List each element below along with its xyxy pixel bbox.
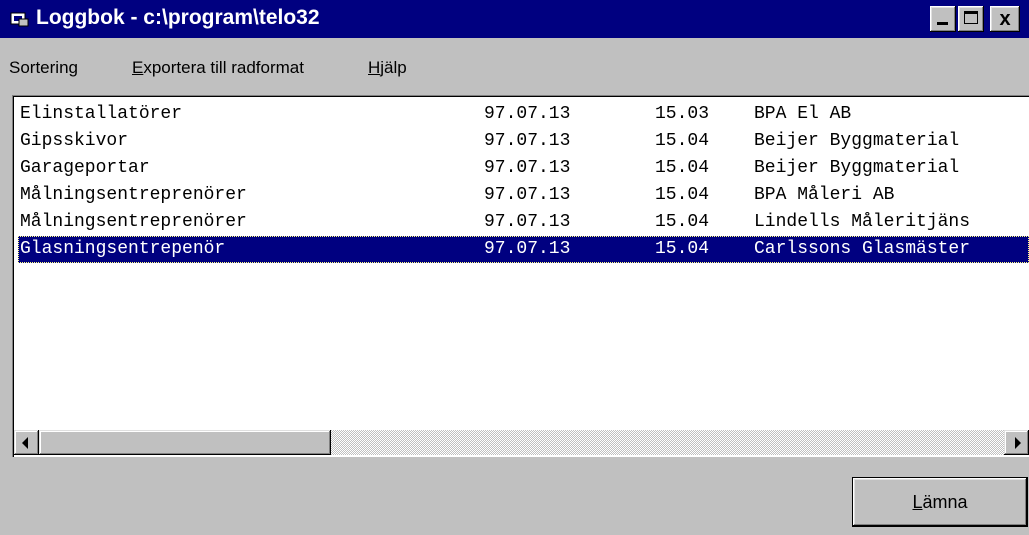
- list-item[interactable]: Gipsskivor 97.07.13 15.04 Beijer Byggmat…: [18, 128, 1029, 155]
- scroll-left-button[interactable]: [14, 430, 39, 455]
- row-time: 15.04: [655, 185, 710, 205]
- list-item[interactable]: Garageportar 97.07.13 15.04 Beijer Byggm…: [18, 155, 1029, 182]
- leave-label: ämna: [922, 491, 968, 512]
- row-company: Beijer Byggmaterial: [754, 131, 960, 151]
- menu-label: jälp: [380, 58, 407, 77]
- row-company: BPA El AB: [754, 104, 852, 124]
- log-list[interactable]: Elinstallatörer 97.07.13 15.03 BPA El AB…: [12, 95, 1029, 457]
- row-date: 97.07.13: [484, 104, 571, 124]
- row-time: 15.03: [655, 104, 710, 124]
- row-date: 97.07.13: [484, 158, 571, 178]
- row-company: BPA Måleri AB: [754, 185, 895, 205]
- minimize-button[interactable]: [930, 6, 956, 32]
- maximize-button[interactable]: [958, 6, 984, 32]
- row-date: 97.07.13: [484, 131, 571, 151]
- list-item[interactable]: Målningsentreprenörer 97.07.13 15.04 BPA…: [18, 182, 1029, 209]
- row-time: 15.04: [655, 239, 710, 259]
- row-name: Gipsskivor: [20, 131, 129, 151]
- menu-bar: Sortering Exportera till radformat Hjälp: [0, 58, 1029, 88]
- log-rows: Elinstallatörer 97.07.13 15.03 BPA El AB…: [18, 101, 1029, 263]
- window-title: Loggbok - c:\program\telo32: [36, 6, 320, 29]
- leave-button[interactable]: Lämna: [853, 478, 1027, 526]
- menu-accel: E: [132, 58, 144, 77]
- menu-accel: H: [368, 58, 381, 77]
- list-item[interactable]: Målningsentreprenörer 97.07.13 15.04 Lin…: [18, 209, 1029, 236]
- row-name: Glasningsentrepenör: [20, 239, 226, 259]
- row-name: Målningsentreprenörer: [20, 212, 247, 232]
- row-company: Lindells Måleritjäns: [754, 212, 971, 232]
- row-date: 97.07.13: [484, 185, 571, 205]
- row-name: Garageportar: [20, 158, 150, 178]
- row-name: Elinstallatörer: [20, 104, 183, 124]
- row-date: 97.07.13: [484, 212, 571, 232]
- row-company: Carlssons Glasmäster: [754, 239, 971, 259]
- row-time: 15.04: [655, 158, 710, 178]
- row-time: 15.04: [655, 131, 710, 151]
- arrow-right-icon: [1015, 437, 1021, 449]
- row-date: 97.07.13: [484, 239, 571, 259]
- list-item-selected[interactable]: Glasningsentrepenör 97.07.13 15.04 Carls…: [18, 236, 1029, 263]
- menu-exportera[interactable]: Exportera till radformat: [132, 58, 304, 78]
- scrollbar-thumb[interactable]: [39, 430, 331, 455]
- minimize-icon: [937, 22, 948, 25]
- close-button[interactable]: x: [990, 6, 1020, 32]
- row-time: 15.04: [655, 212, 710, 232]
- row-name: Målningsentreprenörer: [20, 185, 247, 205]
- arrow-left-icon: [22, 437, 28, 449]
- menu-sortering[interactable]: Sortering: [9, 58, 78, 78]
- maximize-icon: [964, 11, 978, 24]
- list-item[interactable]: Elinstallatörer 97.07.13 15.03 BPA El AB: [18, 101, 1029, 128]
- close-icon: x: [999, 8, 1011, 30]
- app-icon[interactable]: [10, 10, 30, 28]
- menu-label: Sortering: [9, 58, 78, 77]
- menu-hjalp[interactable]: Hjälp: [368, 58, 407, 78]
- row-company: Beijer Byggmaterial: [754, 158, 960, 178]
- menu-label: xportera till radformat: [143, 58, 304, 77]
- leave-accel: L: [912, 491, 923, 512]
- horizontal-scrollbar[interactable]: [14, 430, 1029, 455]
- scroll-right-button[interactable]: [1004, 430, 1029, 455]
- title-bar[interactable]: Loggbok - c:\program\telo32 x: [0, 0, 1029, 38]
